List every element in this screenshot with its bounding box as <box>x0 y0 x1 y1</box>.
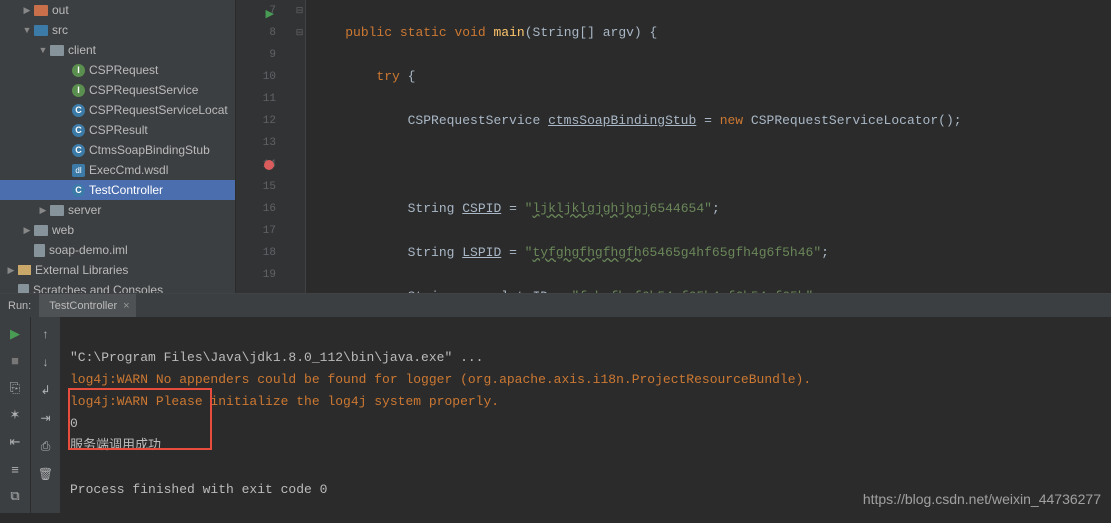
code-editor[interactable]: 7▶ 8 9 10 11 12 13 14 15 16 17 18 19 ⊟⊟ … <box>236 0 1111 293</box>
run-console[interactable]: "C:\Program Files\Java\jdk1.8.0_112\bin\… <box>60 317 1111 513</box>
library-icon <box>18 265 31 275</box>
tree-item-execcmd[interactable]: dl ExecCmd.wsdl <box>0 160 235 180</box>
chevron-right-icon: ▶ <box>22 225 32 236</box>
line-number: 12 <box>263 115 276 127</box>
tree-label: TestController <box>89 183 163 197</box>
tree-item-out[interactable]: ▶ out <box>0 0 235 20</box>
package-icon <box>50 205 64 216</box>
class-icon: C <box>72 144 85 157</box>
run-label: Run: <box>0 300 39 312</box>
run-left-toolbar: ▶ ■ ⎘ ✶ ⇤ ≡ ⧉ <box>0 317 30 513</box>
tree-label: CSPResult <box>89 123 148 137</box>
stop-button[interactable]: ■ <box>4 350 26 371</box>
line-number: 9 <box>269 49 276 61</box>
clear-button[interactable]: 🗑 <box>35 463 57 485</box>
line-number: 10 <box>263 71 276 83</box>
tree-label: out <box>52 3 69 17</box>
breakpoint-icon[interactable] <box>264 160 274 170</box>
down-button[interactable]: ↓ <box>35 351 57 373</box>
scroll-end-button[interactable]: ⇥ <box>35 407 57 429</box>
class-icon: C <box>72 184 85 197</box>
tree-label: Scratches and Consoles <box>33 283 163 293</box>
tree-item-csprequestservice[interactable]: I CSPRequestService <box>0 80 235 100</box>
tree-label: CSPRequestServiceLocat <box>89 103 228 117</box>
console-line: log4j:WARN Please initialize the log4j s… <box>70 394 499 409</box>
project-tree[interactable]: ▶ out ▼ src ▼ client I CSPRequest I CSPReques… <box>0 0 236 293</box>
close-icon[interactable]: × <box>123 300 129 312</box>
folder-icon <box>34 5 48 16</box>
layout-button[interactable]: ⧉ <box>4 486 26 507</box>
tree-label: client <box>68 43 96 57</box>
softwrap-button[interactable]: ↲ <box>35 379 57 401</box>
run-tab-label: TestController <box>49 300 117 312</box>
up-button[interactable]: ↑ <box>35 323 57 345</box>
run-mid-toolbar: ↑ ↓ ↲ ⇥ ⎙ 🗑 <box>30 317 60 513</box>
watermark: https://blog.csdn.net/weixin_44736277 <box>863 491 1101 507</box>
class-icon: C <box>72 104 85 117</box>
tree-item-csprequestservicelocator[interactable]: C CSPRequestServiceLocat <box>0 100 235 120</box>
tree-item-external-libraries[interactable]: ▶ External Libraries <box>0 260 235 280</box>
tree-item-scratches[interactable]: Scratches and Consoles <box>0 280 235 293</box>
console-line: 服务端调用成功 <box>70 438 161 453</box>
tree-label: server <box>68 203 101 217</box>
tree-label: soap-demo.iml <box>49 243 128 257</box>
pin-button[interactable]: ≡ <box>4 459 26 480</box>
line-number: 19 <box>263 269 276 281</box>
line-number: 15 <box>263 181 276 193</box>
package-icon <box>50 45 64 56</box>
tree-item-src[interactable]: ▼ src <box>0 20 235 40</box>
interface-icon: I <box>72 84 85 97</box>
tree-item-web[interactable]: ▶ web <box>0 220 235 240</box>
line-number: 18 <box>263 247 276 259</box>
settings-button[interactable]: ✶ <box>4 404 26 425</box>
tree-item-csprequest[interactable]: I CSPRequest <box>0 60 235 80</box>
editor-gutter[interactable]: 7▶ 8 9 10 11 12 13 14 15 16 17 18 19 <box>236 0 294 293</box>
tree-label: CSPRequest <box>89 63 158 77</box>
tree-label: src <box>52 23 68 37</box>
tree-label: ExecCmd.wsdl <box>89 163 168 177</box>
tree-item-server[interactable]: ▶ server <box>0 200 235 220</box>
chevron-right-icon: ▶ <box>6 265 16 276</box>
fold-column[interactable]: ⊟⊟ <box>294 0 306 293</box>
class-icon: C <box>72 124 85 137</box>
dump-button[interactable]: ⎘ <box>4 377 26 398</box>
tree-item-client[interactable]: ▼ client <box>0 40 235 60</box>
wsdl-icon: dl <box>72 164 85 177</box>
run-tool-window: Run: TestController × ▶ ■ ⎘ ✶ ⇤ ≡ ⧉ ↑ ↓ … <box>0 293 1111 513</box>
run-tab[interactable]: TestController × <box>39 294 135 317</box>
tree-label: External Libraries <box>35 263 128 277</box>
rerun-button[interactable]: ▶ <box>4 323 26 344</box>
tree-label: web <box>52 223 74 237</box>
console-line: log4j:WARN No appenders could be found f… <box>70 372 811 387</box>
tree-item-ctmssoapbindingstub[interactable]: C CtmsSoapBindingStub <box>0 140 235 160</box>
chevron-down-icon: ▼ <box>22 25 32 35</box>
line-number: 13 <box>263 137 276 149</box>
scratch-icon <box>18 284 29 294</box>
tree-label: CtmsSoapBindingStub <box>89 143 210 157</box>
iml-icon <box>34 244 45 257</box>
folder-icon <box>34 225 48 236</box>
interface-icon: I <box>72 64 85 77</box>
line-number: 11 <box>263 93 276 105</box>
chevron-down-icon: ▼ <box>38 45 48 55</box>
console-line: 0 <box>70 416 78 431</box>
line-number: 8 <box>269 27 276 39</box>
line-number: 17 <box>263 225 276 237</box>
exit-button[interactable]: ⇤ <box>4 432 26 453</box>
folder-icon <box>34 25 48 36</box>
line-number: 16 <box>263 203 276 215</box>
tree-item-soapdemo[interactable]: soap-demo.iml <box>0 240 235 260</box>
console-line: "C:\Program Files\Java\jdk1.8.0_112\bin\… <box>70 350 483 365</box>
run-header: Run: TestController × <box>0 294 1111 317</box>
console-line: Process finished with exit code 0 <box>70 482 327 497</box>
print-button[interactable]: ⎙ <box>35 435 57 457</box>
code-content[interactable]: public static void main(String[] argv) {… <box>306 0 1111 293</box>
chevron-right-icon: ▶ <box>22 5 32 16</box>
chevron-right-icon: ▶ <box>38 205 48 216</box>
tree-label: CSPRequestService <box>89 83 198 97</box>
tree-item-testcontroller[interactable]: C TestController <box>0 180 235 200</box>
tree-item-cspresult[interactable]: C CSPResult <box>0 120 235 140</box>
